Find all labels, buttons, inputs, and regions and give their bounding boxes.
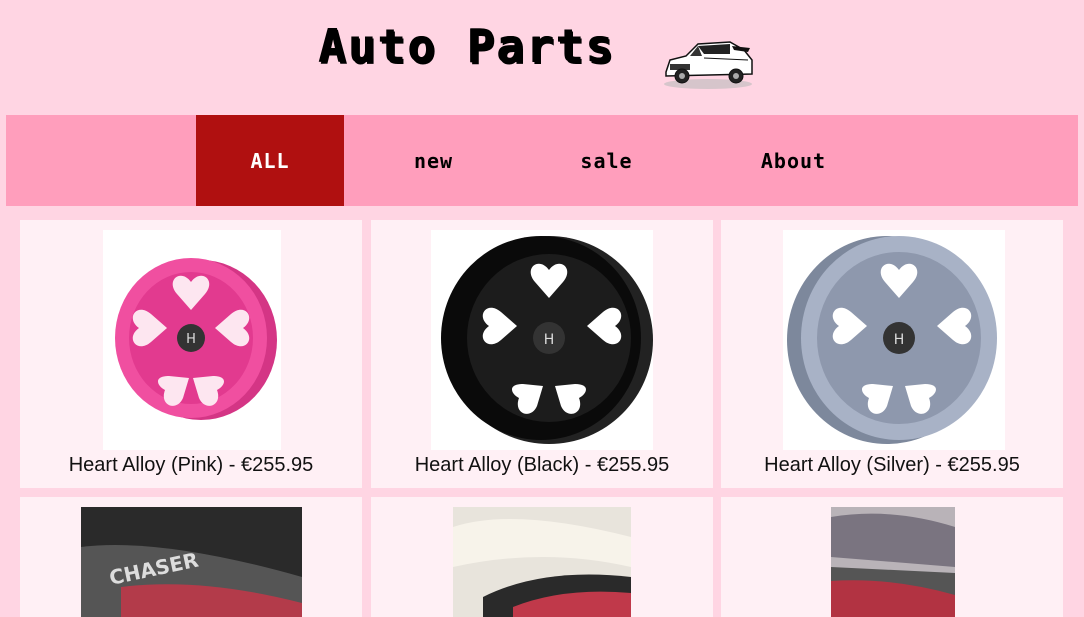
site-title: Auto Parts: [318, 19, 615, 73]
product-caption: Heart Alloy (Black) - €255.95: [414, 454, 670, 476]
svg-text:H: H: [894, 332, 905, 348]
product-image[interactable]: H: [783, 230, 1005, 450]
nav-sale[interactable]: sale: [539, 115, 674, 206]
main-navbar: ALL new sale About: [6, 115, 1078, 206]
wheel-icon: H: [441, 236, 653, 444]
product-card[interactable]: H Heart Alloy (Silver) - €255.95: [721, 220, 1063, 488]
wheel-icon: H: [787, 236, 997, 444]
product-card[interactable]: H Heart Alloy (Black) - €255.95: [371, 220, 713, 488]
nav-all[interactable]: ALL: [196, 115, 344, 206]
taillight-photo: [453, 507, 631, 617]
wheel-icon: H: [115, 258, 277, 420]
taillight-photo: CHASER: [81, 507, 302, 617]
product-image[interactable]: [831, 507, 955, 617]
svg-text:H: H: [186, 332, 196, 347]
product-image[interactable]: H: [103, 230, 281, 450]
nav-new[interactable]: new: [366, 115, 501, 206]
product-image[interactable]: H: [431, 230, 653, 450]
product-card[interactable]: [721, 497, 1063, 617]
svg-text:H: H: [544, 332, 555, 348]
product-card[interactable]: [371, 497, 713, 617]
product-caption: Heart Alloy (Silver) - €255.95: [764, 454, 1020, 476]
product-card[interactable]: CHASER: [20, 497, 362, 617]
product-card[interactable]: H Heart Alloy (Pink) - €255.95: [20, 220, 362, 488]
product-image[interactable]: CHASER: [81, 507, 302, 617]
product-image[interactable]: [453, 507, 631, 617]
product-caption: Heart Alloy (Pink) - €255.95: [68, 454, 314, 476]
taillight-photo: [831, 507, 955, 617]
nav-about[interactable]: About: [721, 115, 866, 206]
site-header: Auto Parts: [0, 0, 1084, 115]
car-icon: [664, 41, 753, 89]
